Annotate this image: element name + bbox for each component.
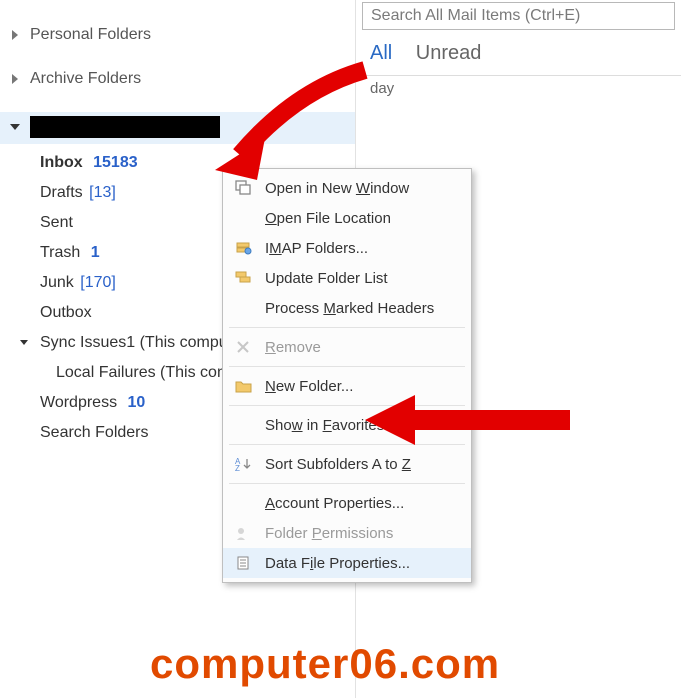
ctx-new-folder[interactable]: New Folder... — [223, 371, 471, 401]
separator — [229, 327, 465, 328]
window-icon — [233, 179, 255, 197]
ctx-process-marked-headers[interactable]: Process Marked Headers — [223, 293, 471, 323]
ctx-remove: Remove — [223, 332, 471, 362]
sort-az-icon: AZ — [233, 455, 255, 473]
ctx-open-new-window[interactable]: Open in New Window — [223, 173, 471, 203]
svg-text:Z: Z — [235, 464, 240, 472]
chevron-down-icon — [10, 124, 20, 130]
blank-icon — [233, 494, 255, 512]
tree-personal-folders[interactable]: Personal Folders — [0, 20, 355, 50]
permissions-icon — [233, 524, 255, 542]
filter-all[interactable]: All — [370, 42, 392, 64]
blank-icon — [233, 299, 255, 317]
ctx-account-properties[interactable]: Account Properties... — [223, 488, 471, 518]
redacted-account-name — [30, 116, 220, 138]
separator — [229, 444, 465, 445]
blank-icon — [233, 209, 255, 227]
separator — [229, 405, 465, 406]
remove-icon — [233, 338, 255, 356]
filter-unread[interactable]: Unread — [416, 42, 482, 64]
tree-archive-folders[interactable]: Archive Folders — [0, 64, 355, 94]
ctx-imap-folders[interactable]: IMAP Folders... — [223, 233, 471, 263]
properties-icon — [233, 554, 255, 572]
tree-label: Archive Folders — [30, 70, 141, 87]
tree-label: Personal Folders — [30, 26, 151, 43]
day-separator-label: day — [370, 80, 394, 97]
ctx-show-in-favorites[interactable]: Show in Favorites — [223, 410, 471, 440]
search-input[interactable]: Search All Mail Items (Ctrl+E) — [362, 2, 675, 30]
ctx-open-file-location[interactable]: Open File Location — [223, 203, 471, 233]
ctx-update-folder-list[interactable]: Update Folder List — [223, 263, 471, 293]
day-separator-today[interactable]: day — [356, 75, 681, 101]
chevron-down-icon — [20, 340, 28, 345]
separator — [229, 483, 465, 484]
folders-icon — [233, 269, 255, 287]
blank-icon — [233, 416, 255, 434]
ctx-folder-permissions: Folder Permissions — [223, 518, 471, 548]
context-menu: Open in New Window Open File Location IM… — [222, 168, 472, 583]
imap-folders-icon — [233, 239, 255, 257]
chevron-right-icon — [12, 74, 18, 84]
ctx-sort-subfolders[interactable]: AZ Sort Subfolders A to Z — [223, 449, 471, 479]
filter-bar: All Unread — [356, 34, 681, 75]
ctx-data-file-properties[interactable]: Data File Properties... — [223, 548, 471, 578]
account-row[interactable] — [0, 112, 355, 144]
separator — [229, 366, 465, 367]
chevron-right-icon — [12, 30, 18, 40]
search-placeholder: Search All Mail Items (Ctrl+E) — [371, 7, 580, 24]
new-folder-icon — [233, 377, 255, 395]
